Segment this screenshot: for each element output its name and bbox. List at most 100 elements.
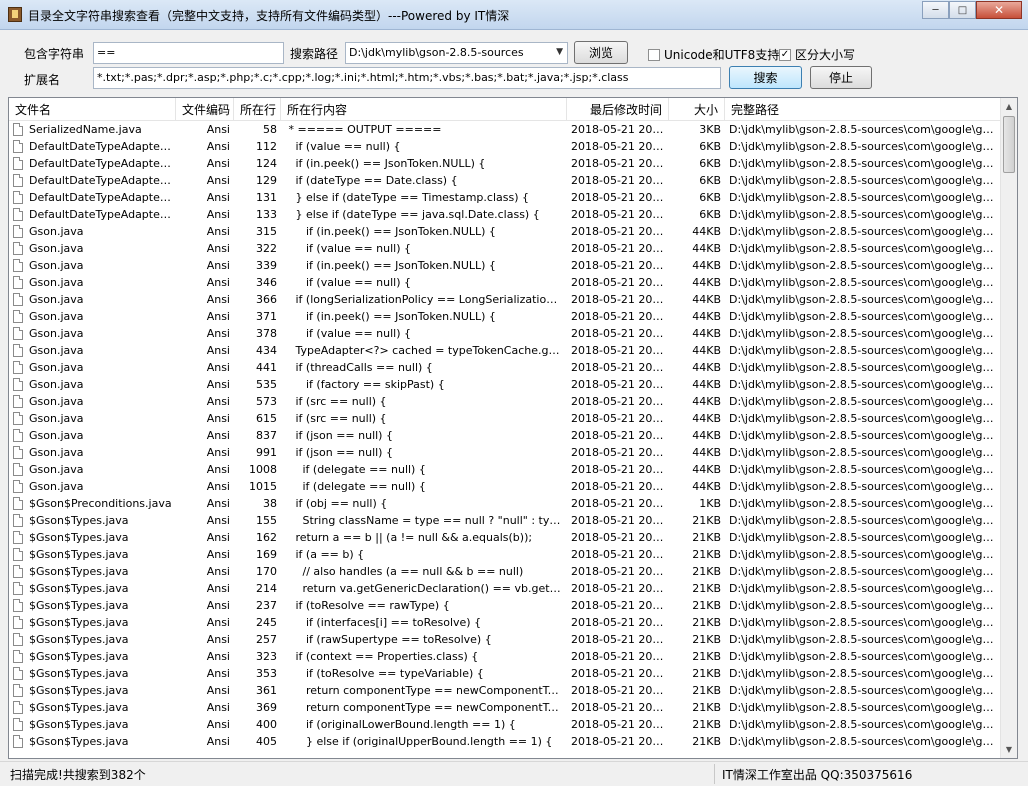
- row-size: 6KB: [699, 174, 721, 187]
- row-modified: 2018-05-21 20:08: [571, 123, 669, 136]
- column-header-modified[interactable]: 最后修改时间: [567, 98, 669, 120]
- minimize-button[interactable]: ─: [922, 1, 949, 19]
- scrollbar-thumb[interactable]: [1003, 116, 1015, 173]
- row-content: if (json == null) {: [285, 429, 393, 442]
- table-row[interactable]: DefaultDateTypeAdapter.java Ansi 124 if (i…: [9, 155, 1002, 172]
- column-header-size[interactable]: 大小: [669, 98, 725, 120]
- column-header-line[interactable]: 所在行: [234, 98, 281, 120]
- column-header-encoding[interactable]: 文件编码: [176, 98, 234, 120]
- browse-button[interactable]: 浏览: [574, 41, 628, 64]
- contains-input[interactable]: ==: [93, 42, 284, 64]
- file-icon: [13, 412, 23, 425]
- table-row[interactable]: Gson.java Ansi 346 if (value == null) {201…: [9, 274, 1002, 291]
- results-list[interactable]: 文件名 文件编码 所在行 所在行内容 最后修改时间 大小 完整路径 Serial…: [8, 97, 1018, 759]
- table-row[interactable]: DefaultDateTypeAdapter.java Ansi 129 if (d…: [9, 172, 1002, 189]
- row-path: D:\jdk\mylib\gson-2.8.5-sources\com\goog…: [729, 259, 999, 272]
- table-row[interactable]: DefaultDateTypeAdapter.java Ansi 112 if (v…: [9, 138, 1002, 155]
- search-button[interactable]: 搜索: [729, 66, 802, 89]
- table-row[interactable]: $Gson$Preconditions.java Ansi 38 if (obj =…: [9, 495, 1002, 512]
- chevron-down-icon[interactable]: ▼: [556, 47, 563, 57]
- row-content: if (in.peek() == JsonToken.NULL) {: [285, 225, 496, 238]
- row-path: D:\jdk\mylib\gson-2.8.5-sources\com\goog…: [729, 327, 999, 340]
- vertical-scrollbar[interactable]: ▲ ▼: [1000, 98, 1017, 758]
- row-filename: Gson.java: [9, 274, 176, 291]
- row-modified: 2018-05-21 20:08: [571, 395, 669, 408]
- row-content: if (in.peek() == JsonToken.NULL) {: [285, 259, 496, 272]
- row-line: 214: [256, 582, 277, 595]
- row-filename: Gson.java: [9, 410, 176, 427]
- stop-button[interactable]: 停止: [810, 66, 872, 89]
- table-row[interactable]: Gson.java Ansi 837 if (json == null) {2018…: [9, 427, 1002, 444]
- table-row[interactable]: Gson.java Ansi 1008 if (delegate == null) …: [9, 461, 1002, 478]
- table-row[interactable]: Gson.java Ansi 378 if (value == null) {201…: [9, 325, 1002, 342]
- column-header-path[interactable]: 完整路径: [725, 98, 1002, 120]
- table-row[interactable]: $Gson$Types.java Ansi 405 } else if (origi…: [9, 733, 1002, 750]
- row-filename-text: $Gson$Preconditions.java: [29, 497, 172, 510]
- unicode-checkbox[interactable]: Unicode和UTF8支持: [648, 46, 779, 63]
- table-row[interactable]: $Gson$Types.java Ansi 353 if (toResolve ==…: [9, 665, 1002, 682]
- table-row[interactable]: $Gson$Types.java Ansi 170 // also handles …: [9, 563, 1002, 580]
- row-filename: Gson.java: [9, 257, 176, 274]
- row-filename: Gson.java: [9, 325, 176, 342]
- table-row[interactable]: Gson.java Ansi 535 if (factory == skipPast…: [9, 376, 1002, 393]
- row-content: if (context == Properties.class) {: [285, 650, 479, 663]
- table-row[interactable]: $Gson$Types.java Ansi 162 return a == b ||…: [9, 529, 1002, 546]
- table-row[interactable]: DefaultDateTypeAdapter.java Ansi 133 } els…: [9, 206, 1002, 223]
- path-label: 搜索路径: [290, 47, 339, 61]
- table-row[interactable]: $Gson$Types.java Ansi 323 if (context == P…: [9, 648, 1002, 665]
- row-content: if (toResolve == rawType) {: [285, 599, 450, 612]
- row-encoding: Ansi: [206, 429, 230, 442]
- table-row[interactable]: $Gson$Types.java Ansi 155 String className…: [9, 512, 1002, 529]
- path-combobox[interactable]: D:\jdk\mylib\gson-2.8.5-sources ▼: [345, 42, 568, 64]
- row-line: 124: [256, 157, 277, 170]
- row-filename-text: Gson.java: [29, 429, 84, 442]
- scroll-down-icon[interactable]: ▼: [1001, 741, 1017, 758]
- table-row[interactable]: $Gson$Types.java Ansi 369 return component…: [9, 699, 1002, 716]
- scroll-up-icon[interactable]: ▲: [1001, 98, 1017, 115]
- file-icon: [13, 514, 23, 527]
- table-row[interactable]: $Gson$Types.java Ansi 169 if (a == b) {201…: [9, 546, 1002, 563]
- case-sensitive-checkbox[interactable]: ✓ 区分大小写: [779, 46, 855, 63]
- table-row[interactable]: Gson.java Ansi 441 if (threadCalls == null…: [9, 359, 1002, 376]
- row-line: 1015: [249, 480, 277, 493]
- column-header-content[interactable]: 所在行内容: [281, 98, 567, 120]
- extension-input[interactable]: *.txt;*.pas;*.dpr;*.asp;*.php;*.c;*.cpp;…: [93, 67, 721, 89]
- row-size: 21KB: [692, 565, 721, 578]
- checkmark-icon[interactable]: ✓: [779, 48, 791, 61]
- table-row[interactable]: Gson.java Ansi 434 TypeAdapter<?> cached =…: [9, 342, 1002, 359]
- checkbox-empty-icon[interactable]: [648, 48, 660, 61]
- table-row[interactable]: Gson.java Ansi 322 if (value == null) {201…: [9, 240, 1002, 257]
- table-row[interactable]: DefaultDateTypeAdapter.java Ansi 131 } els…: [9, 189, 1002, 206]
- row-path: D:\jdk\mylib\gson-2.8.5-sources\com\goog…: [729, 157, 999, 170]
- table-row[interactable]: $Gson$Types.java Ansi 214 return va.getGen…: [9, 580, 1002, 597]
- table-row[interactable]: Gson.java Ansi 1015 if (delegate == null) …: [9, 478, 1002, 495]
- table-row[interactable]: Gson.java Ansi 371 if (in.peek() == JsonTo…: [9, 308, 1002, 325]
- table-row[interactable]: Gson.java Ansi 615 if (src == null) {2018-…: [9, 410, 1002, 427]
- table-row[interactable]: $Gson$Types.java Ansi 361 return component…: [9, 682, 1002, 699]
- table-row[interactable]: Gson.java Ansi 366 if (longSerializationPo…: [9, 291, 1002, 308]
- case-sensitive-label: 区分大小写: [795, 48, 856, 62]
- table-row[interactable]: $Gson$Types.java Ansi 237 if (toResolve ==…: [9, 597, 1002, 614]
- row-filename-text: Gson.java: [29, 242, 84, 255]
- table-row[interactable]: Gson.java Ansi 315 if (in.peek() == JsonTo…: [9, 223, 1002, 240]
- table-row[interactable]: Gson.java Ansi 991 if (json == null) {2018…: [9, 444, 1002, 461]
- table-row[interactable]: Gson.java Ansi 573 if (src == null) {2018-…: [9, 393, 1002, 410]
- table-row[interactable]: Gson.java Ansi 339 if (in.peek() == JsonTo…: [9, 257, 1002, 274]
- table-row[interactable]: $Gson$Types.java Ansi 400 if (originalLowe…: [9, 716, 1002, 733]
- maximize-button[interactable]: □: [949, 1, 976, 19]
- row-filename: $Gson$Types.java: [9, 580, 176, 597]
- column-header-filename[interactable]: 文件名: [9, 98, 176, 120]
- row-filename-text: Gson.java: [29, 293, 84, 306]
- row-path: D:\jdk\mylib\gson-2.8.5-sources\com\goog…: [729, 429, 999, 442]
- file-icon: [13, 123, 23, 136]
- row-size: 6KB: [699, 191, 721, 204]
- table-row[interactable]: SerializedName.java Ansi 58 * ===== OUTPUT…: [9, 121, 1002, 138]
- close-button[interactable]: ✕: [976, 1, 1022, 19]
- table-row[interactable]: $Gson$Types.java Ansi 257 if (rawSupertype…: [9, 631, 1002, 648]
- row-modified: 2018-05-21 20:08: [571, 531, 669, 544]
- row-size: 6KB: [699, 157, 721, 170]
- row-size: 44KB: [692, 293, 721, 306]
- status-credits: IT情深工作室出品 QQ:350375616: [722, 768, 913, 782]
- row-encoding: Ansi: [206, 174, 230, 187]
- table-row[interactable]: $Gson$Types.java Ansi 245 if (interfaces[i…: [9, 614, 1002, 631]
